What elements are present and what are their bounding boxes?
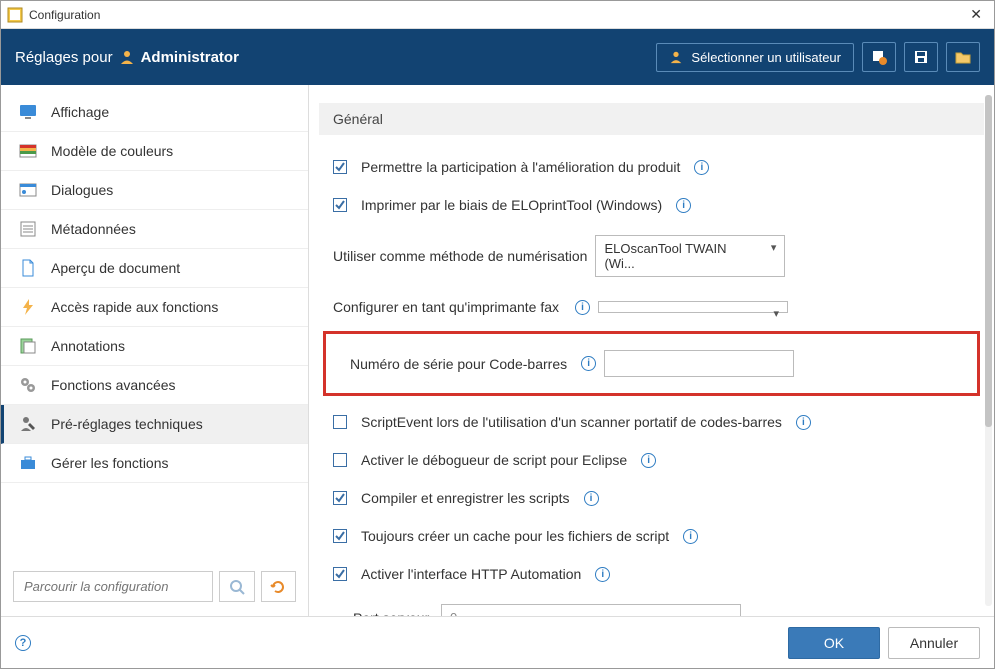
- select-fax-printer[interactable]: [598, 301, 788, 313]
- info-icon[interactable]: [581, 356, 596, 371]
- search-button[interactable]: [219, 571, 255, 602]
- sidebar-item-label: Pré-réglages techniques: [51, 416, 203, 432]
- label-fax: Configurer en tant qu'imprimante fax: [333, 299, 561, 315]
- cancel-button[interactable]: Annuler: [888, 627, 980, 659]
- sidebar-item-dialogs[interactable]: Dialogues: [1, 171, 308, 210]
- vertical-scrollbar[interactable]: [985, 95, 992, 606]
- save-button[interactable]: [904, 42, 938, 72]
- sidebar-item-label: Métadonnées: [51, 221, 136, 237]
- wrench-user-icon: [19, 415, 37, 433]
- search-input[interactable]: [13, 571, 213, 602]
- window-title: Configuration: [29, 8, 964, 22]
- checkbox-cache[interactable]: [333, 529, 347, 543]
- titlebar: Configuration ✕: [1, 1, 994, 29]
- info-icon[interactable]: [575, 300, 590, 315]
- reset-user-icon: [871, 49, 887, 65]
- reset-button[interactable]: [261, 571, 297, 602]
- checkbox-compile[interactable]: [333, 491, 347, 505]
- app-icon: [7, 7, 23, 23]
- info-icon[interactable]: [694, 160, 709, 175]
- info-icon[interactable]: [641, 453, 656, 468]
- info-icon[interactable]: [584, 491, 599, 506]
- sidebar-item-label: Accès rapide aux fonctions: [51, 299, 218, 315]
- label-eclipse: Activer le débogueur de script pour Ecli…: [361, 452, 627, 468]
- label-scan-method: Utiliser comme méthode de numérisation: [333, 248, 587, 264]
- checkbox-participation[interactable]: [333, 160, 347, 174]
- close-icon[interactable]: ✕: [964, 6, 988, 23]
- info-icon[interactable]: [796, 415, 811, 430]
- sidebar-item-preview[interactable]: Aperçu de document: [1, 249, 308, 288]
- sidebar-item-quickaccess[interactable]: Accès rapide aux fonctions: [1, 288, 308, 327]
- label-compile: Compiler et enregistrer les scripts: [361, 490, 570, 506]
- monitor-icon: [19, 103, 37, 121]
- label-scriptevent: ScriptEvent lors de l'utilisation d'un s…: [361, 414, 782, 430]
- sidebar-item-display[interactable]: Affichage: [1, 93, 308, 132]
- sidebar-item-label: Aperçu de document: [51, 260, 180, 276]
- highlight-barcode-serial: Numéro de série pour Code-barres: [323, 331, 980, 396]
- help-icon[interactable]: [15, 635, 31, 651]
- sidebar-item-label: Fonctions avancées: [51, 377, 176, 393]
- folder-icon: [955, 49, 971, 65]
- dialog-icon: [19, 181, 37, 199]
- info-icon[interactable]: [676, 198, 691, 213]
- label-server-port: Port serveur: [353, 610, 433, 617]
- sidebar-item-label: Dialogues: [51, 182, 113, 198]
- info-icon[interactable]: [683, 529, 698, 544]
- checkbox-scriptevent[interactable]: [333, 415, 347, 429]
- sidebar-item-advanced[interactable]: Fonctions avancées: [1, 366, 308, 405]
- lightning-icon: [19, 298, 37, 316]
- input-server-port[interactable]: [441, 604, 741, 616]
- footer: OK Annuler: [1, 616, 994, 668]
- section-general: Général: [319, 103, 984, 135]
- user-small-icon: [669, 50, 683, 64]
- reset-icon: [270, 579, 286, 595]
- sidebar-item-label: Gérer les fonctions: [51, 455, 169, 471]
- user-icon: [119, 49, 135, 65]
- label-http: Activer l'interface HTTP Automation: [361, 566, 581, 582]
- label-cache: Toujours créer un cache pour les fichier…: [361, 528, 669, 544]
- sidebar-item-label: Annotations: [51, 338, 125, 354]
- label-participation: Permettre la participation à l'améliorat…: [361, 159, 680, 175]
- content: Général Permettre la participation à l'a…: [309, 85, 994, 616]
- label-print: Imprimer par le biais de ELOprintTool (W…: [361, 197, 662, 213]
- document-icon: [19, 259, 37, 277]
- label-barcode-serial: Numéro de série pour Code-barres: [350, 356, 567, 372]
- toolbox-icon: [19, 454, 37, 472]
- note-icon: [19, 337, 37, 355]
- sidebar-item-label: Modèle de couleurs: [51, 143, 173, 159]
- select-user-button[interactable]: Sélectionner un utilisateur: [656, 43, 854, 72]
- header: Réglages pour Administrator Sélectionner…: [1, 29, 994, 85]
- sidebar-item-annotations[interactable]: Annotations: [1, 327, 308, 366]
- user-name: Administrator: [141, 49, 239, 66]
- sidebar-item-functions[interactable]: Gérer les fonctions: [1, 444, 308, 483]
- checkbox-eclipse[interactable]: [333, 453, 347, 467]
- info-icon[interactable]: [595, 567, 610, 582]
- sidebar-item-metadata[interactable]: Métadonnées: [1, 210, 308, 249]
- sidebar-item-technical[interactable]: Pré-réglages techniques: [1, 405, 308, 444]
- sidebar-item-label: Affichage: [51, 104, 109, 120]
- save-icon: [913, 49, 929, 65]
- reset-user-button[interactable]: [862, 42, 896, 72]
- open-folder-button[interactable]: [946, 42, 980, 72]
- sidebar-item-colors[interactable]: Modèle de couleurs: [1, 132, 308, 171]
- palette-icon: [19, 142, 37, 160]
- form-icon: [19, 220, 37, 238]
- checkbox-print[interactable]: [333, 198, 347, 212]
- ok-button[interactable]: OK: [788, 627, 880, 659]
- input-barcode-serial[interactable]: [604, 350, 794, 377]
- select-user-label: Sélectionner un utilisateur: [691, 50, 841, 65]
- sidebar: Affichage Modèle de couleurs Dialogues M…: [1, 85, 309, 616]
- search-icon: [229, 579, 245, 595]
- select-scan-method[interactable]: ELOscanTool TWAIN (Wi...: [595, 235, 785, 277]
- checkbox-http[interactable]: [333, 567, 347, 581]
- settings-for-label: Réglages pour: [15, 49, 113, 66]
- gears-icon: [19, 376, 37, 394]
